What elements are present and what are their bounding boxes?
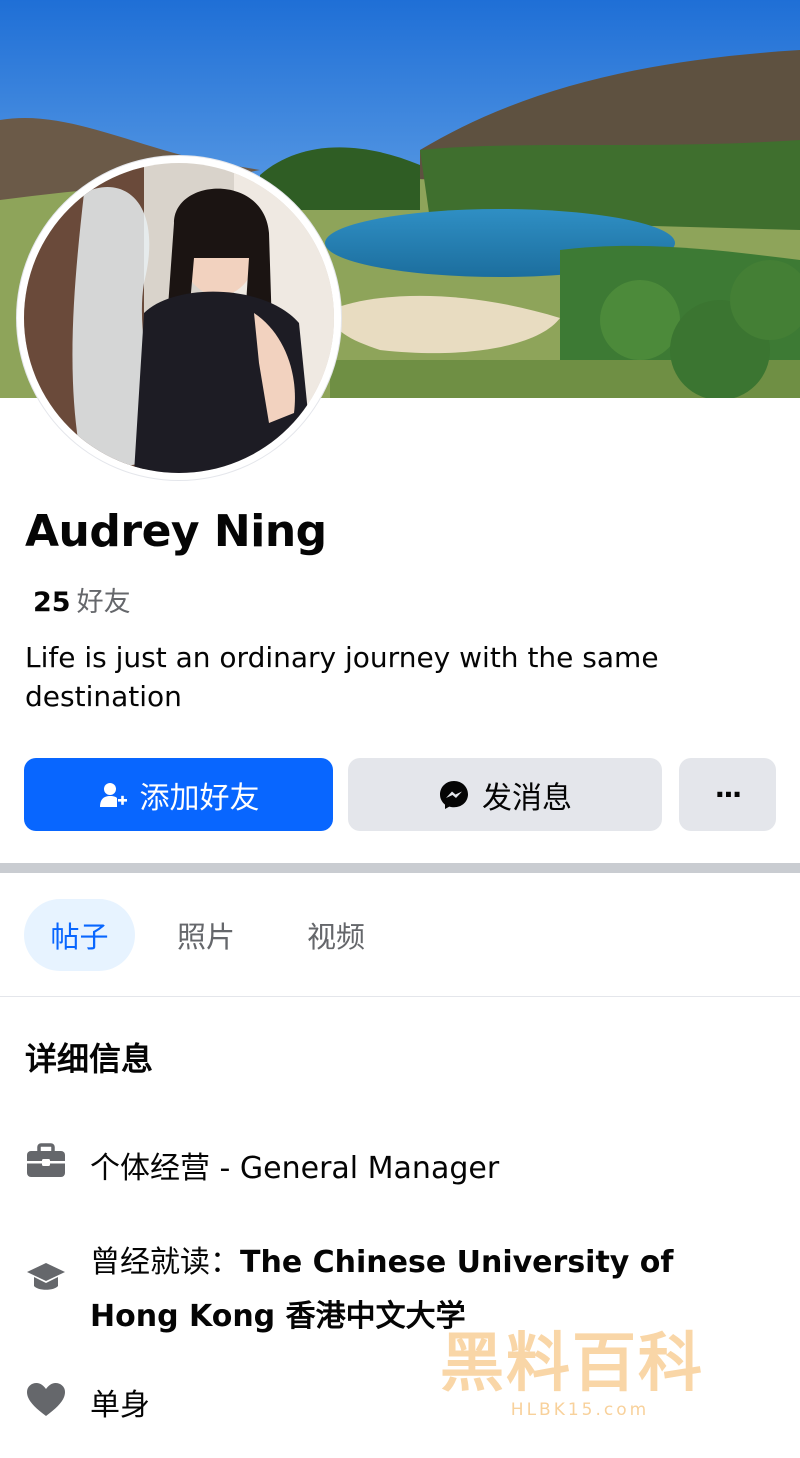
heart-icon [26,1382,66,1422]
details-title: 详细信息 [25,1040,154,1078]
avatar[interactable] [24,163,334,473]
watermark-title: 黑料百科 [440,1327,704,1401]
watermark: 黑料百科 HLBK15.com [440,1312,720,1420]
more-icon: ··· [714,778,743,811]
education-prefix: 曾经就读： [90,1245,240,1280]
message-label: 发消息 [482,780,572,816]
add-person-icon [98,780,128,810]
tabs-divider [0,996,800,997]
tab-videos[interactable]: 视频 [278,899,394,971]
messenger-icon [438,779,470,811]
graduation-cap-icon [26,1260,66,1300]
profile-tabs: 帖子 照片 视频 [0,875,800,995]
more-options-button[interactable]: ··· [679,758,776,831]
friends-label: 好友 [76,587,131,618]
work-info: 个体经营 - General Manager [90,1151,500,1186]
briefcase-icon [26,1143,66,1183]
profile-name: Audrey Ning [25,506,327,557]
tab-photos[interactable]: 照片 [148,899,264,971]
friends-number: 25 [33,587,71,618]
relationship-status: 单身 [90,1388,150,1423]
add-friend-label: 添加好友 [139,780,260,816]
profile-bio: Life is just an ordinary journey with th… [25,641,659,713]
watermark-url: HLBK15.com [510,1400,650,1420]
tab-posts[interactable]: 帖子 [24,899,135,971]
friends-count[interactable]: 25 好友 [33,580,131,619]
add-friend-button[interactable]: 添加好友 [24,758,333,831]
message-button[interactable]: 发消息 [348,758,662,831]
section-divider [0,863,800,873]
